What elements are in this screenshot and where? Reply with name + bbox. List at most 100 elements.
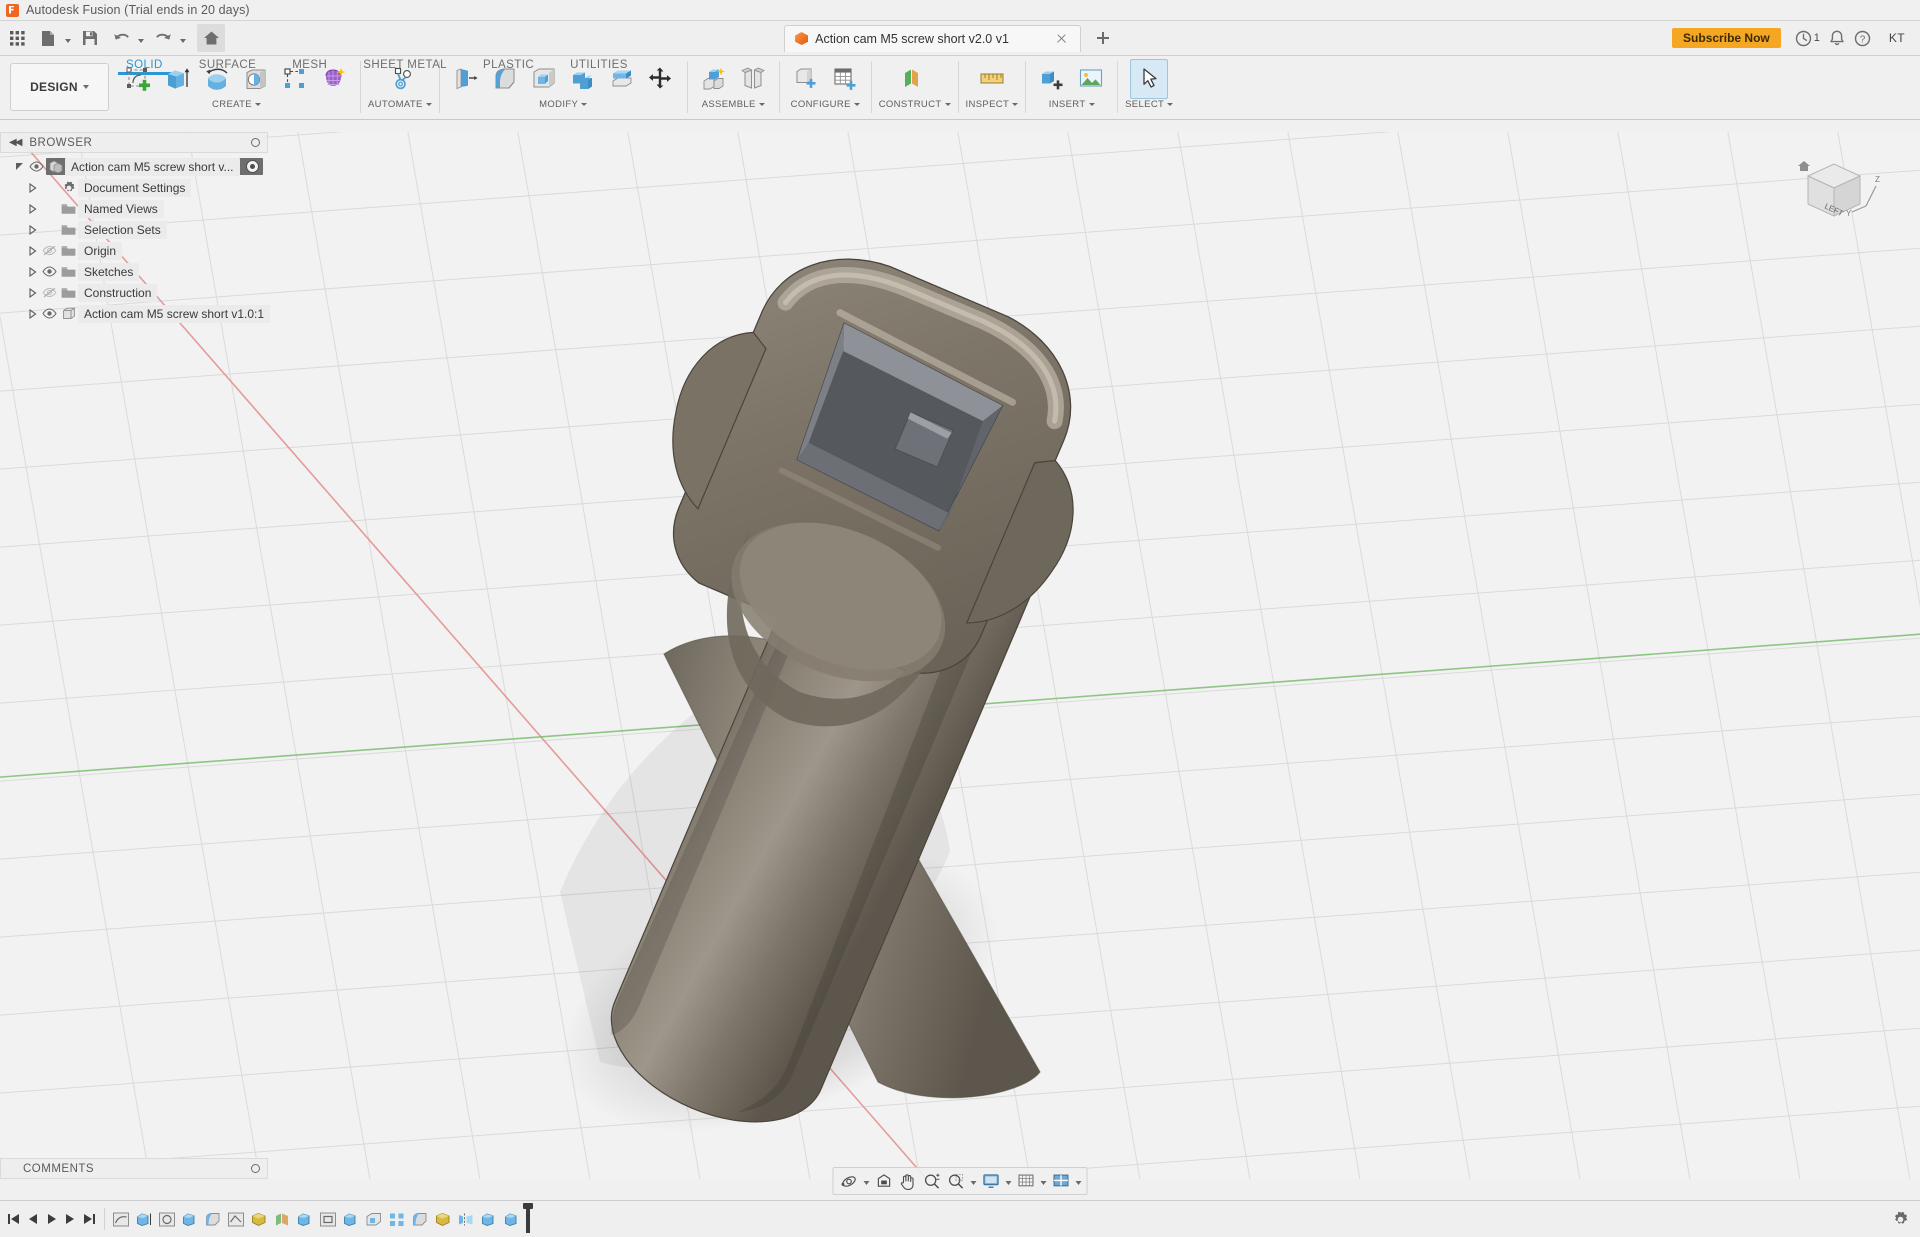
timeline-feature[interactable] (156, 1207, 178, 1231)
job-status-icon[interactable] (1791, 25, 1817, 51)
insert-derive-icon[interactable] (1033, 59, 1071, 99)
new-tab-icon[interactable] (1093, 28, 1113, 48)
offset-plane-icon[interactable] (896, 59, 934, 99)
orbit-caret-icon[interactable] (861, 1170, 872, 1192)
timeline-next-icon[interactable] (61, 1205, 80, 1233)
timeline-feature[interactable] (363, 1207, 385, 1231)
zoom-icon[interactable] (920, 1170, 944, 1192)
move-copy-icon[interactable] (642, 59, 680, 99)
timeline-feature[interactable] (409, 1207, 431, 1231)
expand-arrow-icon[interactable] (25, 303, 39, 324)
tree-item-named-views[interactable]: Named Views (0, 198, 268, 219)
file-icon[interactable] (34, 24, 62, 52)
hole-icon[interactable] (237, 59, 275, 99)
tree-root-node[interactable]: Action cam M5 screw short v... (0, 156, 268, 177)
help-icon[interactable]: ? (1850, 25, 1876, 51)
tree-item-document-settings[interactable]: Document Settings (0, 177, 268, 198)
timeline-feature[interactable] (386, 1207, 408, 1231)
joint-icon[interactable] (734, 59, 772, 99)
tree-item-construction[interactable]: Construction (0, 282, 268, 303)
timeline-feature[interactable] (225, 1207, 247, 1231)
panel-modify-label[interactable]: MODIFY (539, 99, 588, 110)
redo-menu-caret-icon[interactable] (177, 24, 188, 52)
file-menu-caret-icon[interactable] (62, 24, 73, 52)
timeline-feature[interactable] (340, 1207, 362, 1231)
timeline-feature[interactable] (133, 1207, 155, 1231)
expand-arrow-icon[interactable] (25, 282, 39, 303)
timeline-settings-icon[interactable] (1889, 1208, 1911, 1230)
comments-panel[interactable]: COMMENTS (0, 1158, 268, 1179)
expand-arrow-icon[interactable] (25, 240, 39, 261)
document-tab[interactable]: Action cam M5 screw short v2.0 v1 (784, 24, 1081, 52)
zoom-caret-icon[interactable] (968, 1170, 979, 1192)
active-component-radio[interactable] (245, 160, 259, 173)
tree-item-body[interactable]: Action cam M5 screw short v1.0:1 (0, 303, 271, 324)
fillet-icon[interactable] (486, 59, 524, 99)
orbit-icon[interactable] (837, 1170, 861, 1192)
timeline-feature[interactable] (501, 1207, 523, 1231)
timeline-feature[interactable] (317, 1207, 339, 1231)
user-initials[interactable]: KT (1882, 27, 1912, 49)
configuration-table-icon[interactable] (826, 59, 864, 99)
press-pull-icon[interactable] (447, 59, 485, 99)
grid-caret-icon[interactable] (1038, 1170, 1049, 1192)
insert-image-icon[interactable] (1072, 59, 1110, 99)
redo-icon[interactable] (149, 24, 177, 52)
visibility-icon-off[interactable] (39, 240, 59, 261)
close-icon[interactable] (1054, 31, 1070, 47)
save-icon[interactable] (76, 24, 104, 52)
undo-icon[interactable] (107, 24, 135, 52)
tree-item-origin[interactable]: Origin (0, 240, 268, 261)
timeline-prev-icon[interactable] (23, 1205, 42, 1233)
timeline-feature[interactable] (179, 1207, 201, 1231)
subscribe-button[interactable]: Subscribe Now (1672, 28, 1781, 48)
collapse-left-icon[interactable]: ◀◀ (9, 137, 22, 148)
view-cube[interactable]: LEFT Z Y (1790, 150, 1882, 232)
bell-icon[interactable] (1824, 25, 1850, 51)
expand-arrow-icon[interactable] (12, 156, 26, 177)
panel-create-label[interactable]: CREATE (212, 99, 261, 110)
home-icon[interactable] (197, 24, 225, 52)
timeline-feature[interactable] (271, 1207, 293, 1231)
rectangular-pattern-icon[interactable] (276, 59, 314, 99)
viewport-layout-icon[interactable] (1049, 1170, 1073, 1192)
panel-construct-label[interactable]: CONSTRUCT (879, 99, 951, 110)
look-at-icon[interactable] (872, 1170, 896, 1192)
configuration-icon[interactable] (787, 59, 825, 99)
display-settings-icon[interactable] (979, 1170, 1003, 1192)
timeline-last-icon[interactable] (80, 1205, 99, 1233)
3d-viewport[interactable]: LEFT Z Y (0, 132, 1920, 1179)
create-form-icon[interactable] (315, 59, 353, 99)
visibility-icon-off[interactable] (39, 282, 59, 303)
panel-assemble-label[interactable]: ASSEMBLE (702, 99, 765, 110)
select-cursor-icon[interactable] (1130, 59, 1169, 99)
undo-menu-caret-icon[interactable] (135, 24, 146, 52)
timeline-feature[interactable] (455, 1207, 477, 1231)
measure-icon[interactable] (973, 59, 1011, 99)
timeline-marker[interactable] (523, 1203, 533, 1233)
panel-select-label[interactable]: SELECT (1125, 99, 1174, 110)
grid-snaps-icon[interactable] (1014, 1170, 1038, 1192)
expand-arrow-icon[interactable] (25, 177, 39, 198)
panel-options-icon[interactable] (251, 138, 260, 147)
create-sketch-icon[interactable] (120, 59, 158, 99)
visibility-icon[interactable] (39, 261, 59, 282)
revolve-icon[interactable] (198, 59, 236, 99)
timeline-play-icon[interactable] (42, 1205, 61, 1233)
timeline-feature[interactable] (294, 1207, 316, 1231)
visibility-icon[interactable] (39, 303, 59, 324)
zoom-window-icon[interactable] (944, 1170, 968, 1192)
offset-face-icon[interactable] (603, 59, 641, 99)
tree-root-row[interactable]: Action cam M5 screw short v... (46, 157, 263, 176)
timeline-first-icon[interactable] (4, 1205, 23, 1233)
extrude-icon[interactable] (159, 59, 197, 99)
panel-inspect-label[interactable]: INSPECT (966, 99, 1019, 110)
panel-configure-label[interactable]: CONFIGURE (791, 99, 860, 110)
panel-options-icon[interactable] (251, 1164, 260, 1173)
app-grid-icon[interactable] (3, 24, 31, 52)
automated-modeling-icon[interactable] (381, 59, 419, 99)
timeline-feature[interactable] (110, 1207, 132, 1231)
tree-item-selection-sets[interactable]: Selection Sets (0, 219, 268, 240)
workspace-switcher[interactable]: DESIGN (10, 63, 109, 111)
display-caret-icon[interactable] (1003, 1170, 1014, 1192)
